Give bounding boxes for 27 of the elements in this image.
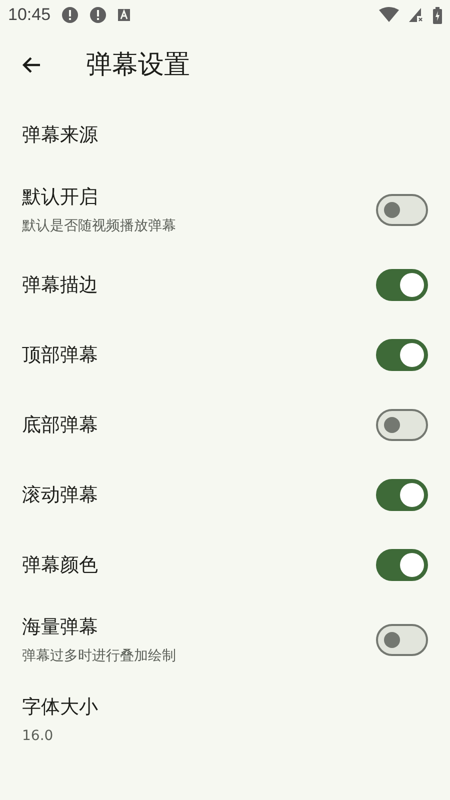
status-time: 10:45 xyxy=(8,4,51,26)
toggle-switch[interactable] xyxy=(376,194,428,226)
setting-title: 弹幕来源 xyxy=(22,122,99,148)
setting-title: 底部弹幕 xyxy=(22,412,99,438)
setting-subtitle: 弹幕过多时进行叠加绘制 xyxy=(22,646,177,666)
toggle-switch[interactable] xyxy=(376,479,428,511)
toggle-switch[interactable] xyxy=(376,624,428,656)
setting-title: 滚动弹幕 xyxy=(22,482,99,508)
toggle-switch[interactable] xyxy=(376,269,428,301)
setting-title: 弹幕颜色 xyxy=(22,552,99,578)
alert-icon xyxy=(60,6,79,24)
page-title: 弹幕设置 xyxy=(86,48,190,82)
alert-icon xyxy=(88,6,107,24)
wifi-icon xyxy=(379,7,399,23)
battery-icon xyxy=(433,6,442,24)
setting-title: 字体大小 xyxy=(22,695,99,720)
setting-subtitle: 16.0 xyxy=(22,726,54,746)
setting-title: 弹幕描边 xyxy=(22,272,99,298)
setting-subtitle: 默认是否随视频播放弹幕 xyxy=(22,216,177,236)
setting-title: 默认开启 xyxy=(22,185,99,210)
setting-title: 海量弹幕 xyxy=(22,615,99,640)
setting-title: 顶部弹幕 xyxy=(22,342,99,368)
toggle-switch[interactable] xyxy=(376,339,428,371)
app-notification-icon xyxy=(116,8,131,22)
no-signal-icon xyxy=(409,8,423,22)
toggle-switch[interactable] xyxy=(376,549,428,581)
toggle-switch[interactable] xyxy=(376,409,428,441)
